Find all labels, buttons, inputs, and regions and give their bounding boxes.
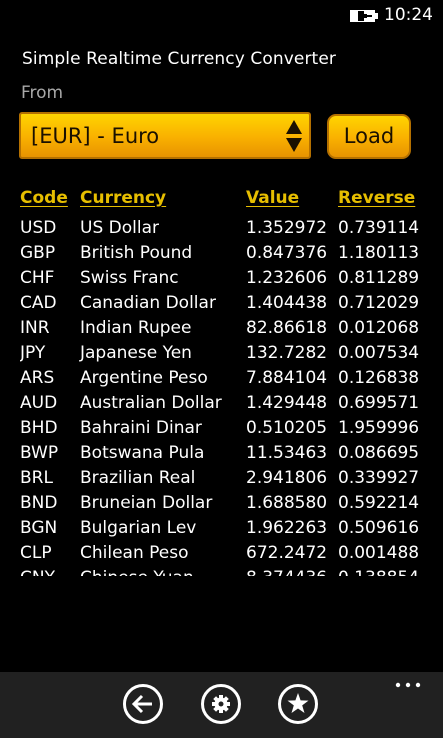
table-row: JPY Japanese Yen 132.7282 0.007534 — [20, 341, 430, 366]
currency-cell: US Dollar — [80, 218, 159, 238]
code-cell: BND — [20, 493, 58, 513]
back-button[interactable] — [123, 684, 163, 724]
code-cell: CHF — [20, 268, 55, 288]
reverse-cell: 0.086695 — [338, 443, 420, 463]
table-row: ARS Argentine Peso 7.884104 0.126838 — [20, 366, 430, 391]
currency-cell: British Pound — [80, 243, 193, 263]
favorites-button[interactable] — [278, 684, 318, 724]
reverse-cell: 0.007534 — [338, 343, 420, 363]
rates-table: Code Currency Value Reverse USD US Dollar… — [20, 188, 430, 576]
table-row: CHF Swiss Franc 1.232606 0.811289 — [20, 266, 430, 291]
rates-list[interactable]: USD US Dollar 1.352972 0.739114 GBP British P… — [20, 216, 430, 576]
code-cell: BHD — [20, 418, 58, 438]
reverse-cell: 0.811289 — [338, 268, 420, 288]
value-cell: 1.352972 — [246, 218, 328, 238]
reverse-cell: 0.592214 — [338, 493, 420, 513]
table-row: BHD Bahraini Dinar 0.510205 1.959996 — [20, 416, 430, 441]
reverse-cell: 0.001488 — [338, 543, 420, 563]
code-cell: AUD — [20, 393, 58, 413]
selected-currency-text: [EUR] - Euro — [31, 124, 160, 148]
gear-icon — [212, 695, 230, 713]
value-cell: 1.962263 — [246, 518, 328, 538]
currency-cell: Bahraini Dinar — [80, 418, 202, 438]
code-cell: CLP — [20, 543, 52, 563]
from-label: From — [21, 83, 64, 103]
table-row: USD US Dollar 1.352972 0.739114 — [20, 216, 430, 241]
currency-cell: Chilean Peso — [80, 543, 189, 563]
star-icon — [287, 693, 309, 713]
from-currency-select[interactable]: [EUR] - Euro — [19, 112, 311, 159]
code-cell: INR — [20, 318, 50, 338]
reverse-cell: 0.739114 — [338, 218, 420, 238]
table-row: CNY Chinese Yuan 8.374436 0.138854 — [20, 566, 430, 576]
reverse-cell: 0.138854 — [338, 568, 419, 576]
value-cell: 2.941806 — [246, 468, 328, 488]
reverse-cell: 0.712029 — [338, 293, 420, 313]
reverse-cell: 1.959996 — [338, 418, 420, 438]
currency-cell: Indian Rupee — [80, 318, 192, 338]
value-cell: 0.847376 — [246, 243, 328, 263]
table-row: CAD Canadian Dollar 1.404438 0.712029 — [20, 291, 430, 316]
header-code[interactable]: Code — [20, 188, 68, 212]
value-cell: 1.429448 — [246, 393, 328, 413]
code-cell: USD — [20, 218, 57, 238]
table-row: BRL Brazilian Real 2.941806 0.339927 — [20, 466, 430, 491]
currency-cell: Swiss Franc — [80, 268, 179, 288]
up-down-arrows-icon — [286, 120, 302, 152]
table-row: INR Indian Rupee 82.86618 0.012068 — [20, 316, 430, 341]
table-row: BND Bruneian Dollar 1.688580 0.592214 — [20, 491, 430, 516]
currency-cell: Chinese Yuan — [80, 568, 194, 576]
app-bar — [0, 672, 443, 738]
value-cell: 1.232606 — [246, 268, 328, 288]
currency-cell: Bruneian Dollar — [80, 493, 213, 513]
status-bar: 10:24 — [0, 0, 443, 32]
value-cell: 8.374436 — [246, 568, 327, 576]
code-cell: ARS — [20, 368, 55, 388]
status-clock: 10:24 — [384, 5, 433, 25]
back-arrow-icon — [131, 694, 152, 714]
value-cell: 82.86618 — [246, 318, 328, 338]
code-cell: CNY — [20, 568, 55, 576]
app-title: Simple Realtime Currency Converter — [22, 49, 336, 69]
reverse-cell: 0.699571 — [338, 393, 420, 413]
table-row: BWP Botswana Pula 11.53463 0.086695 — [20, 441, 430, 466]
value-cell: 0.510205 — [246, 418, 328, 438]
settings-button[interactable] — [201, 684, 241, 724]
ellipsis-icon[interactable] — [395, 682, 421, 688]
currency-cell: Australian Dollar — [80, 393, 222, 413]
code-cell: BRL — [20, 468, 53, 488]
table-row: GBP British Pound 0.847376 1.180113 — [20, 241, 430, 266]
reverse-cell: 0.012068 — [338, 318, 420, 338]
value-cell: 7.884104 — [246, 368, 328, 388]
value-cell: 1.404438 — [246, 293, 328, 313]
value-cell: 11.53463 — [246, 443, 328, 463]
reverse-cell: 0.126838 — [338, 368, 420, 388]
header-reverse[interactable]: Reverse — [338, 188, 415, 212]
currency-cell: Brazilian Real — [80, 468, 196, 488]
currency-cell: Botswana Pula — [80, 443, 205, 463]
header-currency[interactable]: Currency — [80, 188, 166, 212]
battery-charging-icon — [350, 10, 378, 22]
code-cell: GBP — [20, 243, 56, 263]
table-row: BGN Bulgarian Lev 1.962263 0.509616 — [20, 516, 430, 541]
value-cell: 1.688580 — [246, 493, 328, 513]
code-cell: JPY — [20, 343, 46, 363]
table-row: AUD Australian Dollar 1.429448 0.699571 — [20, 391, 430, 416]
code-cell: CAD — [20, 293, 57, 313]
currency-cell: Japanese Yen — [80, 343, 192, 363]
header-value[interactable]: Value — [246, 188, 299, 212]
currency-cell: Argentine Peso — [80, 368, 208, 388]
value-cell: 672.2472 — [246, 543, 328, 563]
code-cell: BWP — [20, 443, 59, 463]
currency-cell: Canadian Dollar — [80, 293, 216, 313]
value-cell: 132.7282 — [246, 343, 328, 363]
reverse-cell: 0.339927 — [338, 468, 420, 488]
currency-cell: Bulgarian Lev — [80, 518, 197, 538]
code-cell: BGN — [20, 518, 58, 538]
load-button[interactable]: Load — [327, 114, 411, 159]
reverse-cell: 0.509616 — [338, 518, 420, 538]
reverse-cell: 1.180113 — [338, 243, 420, 263]
table-row: CLP Chilean Peso 672.2472 0.001488 — [20, 541, 430, 566]
